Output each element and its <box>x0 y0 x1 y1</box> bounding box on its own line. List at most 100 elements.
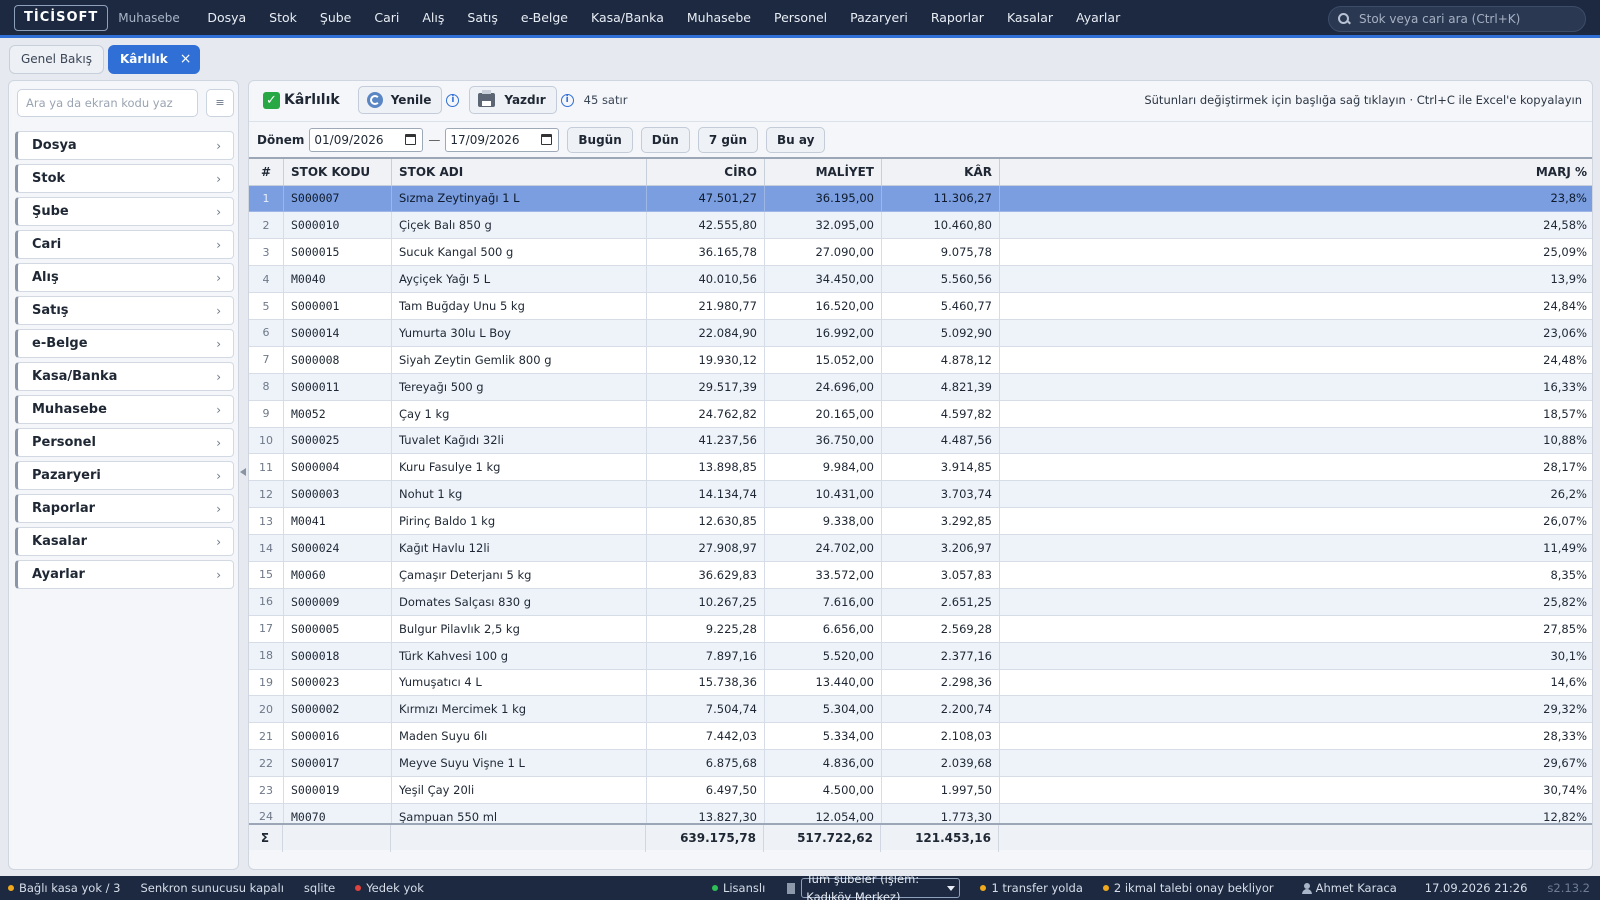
refresh-button[interactable]: Yenile <box>357 86 443 114</box>
sidebar-item-1[interactable]: Stok › <box>15 164 234 193</box>
cell-stock-name: Tam Buğday Unu 5 kg <box>391 292 647 320</box>
menu-item-11[interactable]: Raporlar <box>919 0 995 37</box>
menu-item-10[interactable]: Pazaryeri <box>839 0 920 37</box>
yesterday-button[interactable]: Dün <box>640 126 690 153</box>
table-row[interactable]: 12 S000003 Nohut 1 kg 14.134,74 10.431,00 3.7… <box>249 480 1592 509</box>
search-icon <box>1337 12 1351 26</box>
global-search[interactable] <box>1328 6 1586 32</box>
chevron-down-icon <box>947 885 956 891</box>
calendar-icon[interactable] <box>405 133 417 145</box>
table-row[interactable]: 8 S000011 Tereyağı 500 g 29.517,39 24.696,00… <box>249 372 1592 401</box>
table-row[interactable]: 23 S000019 Yeşil Çay 20li 6.497,50 4.500,00 1… <box>249 776 1592 804</box>
sidebar-search-input[interactable] <box>17 89 198 117</box>
table-row[interactable]: 2 S000010 Çiçek Balı 850 g 42.555,80 32.095,… <box>249 211 1592 240</box>
table-row[interactable]: 6 S000014 Yumurta 30lu L Boy 22.084,90 16.99… <box>249 318 1592 347</box>
calendar-icon[interactable] <box>541 133 553 145</box>
table-row[interactable]: 7 S000008 Siyah Zeytin Gemlik 800 g 19.930,… <box>249 345 1592 374</box>
table-row[interactable]: 22 S000017 Meyve Suyu Vişne 1 L 6.875,68 4.8… <box>249 749 1592 778</box>
sidebar-item-13[interactable]: Ayarlar › <box>15 560 234 589</box>
table-row[interactable]: 14 S000024 Kağıt Havlu 12li 27.908,97 24.702… <box>249 534 1592 562</box>
table-row[interactable]: 20 S000002 Kırmızı Mercimek 1 kg 7.504,74 5.… <box>249 695 1592 724</box>
sidebar-item-10[interactable]: Pazaryeri › <box>15 461 234 490</box>
table-row[interactable]: 18 S000018 Türk Kahvesi 100 g 7.897,16 5.520… <box>249 641 1592 670</box>
cell-cost: 5.304,00 <box>764 695 882 724</box>
info-icon[interactable]: i <box>446 93 460 107</box>
last-7-days-button[interactable]: 7 gün <box>697 126 759 153</box>
table-row[interactable]: 3 S000015 Sucuk Kangal 500 g 36.165,78 27.09… <box>249 238 1592 267</box>
menu-item-9[interactable]: Personel <box>762 0 838 37</box>
status-datetime: 17.09.2026 21:26 <box>1424 881 1528 895</box>
status-ikmal[interactable]: 2 ikmal talebi onay bekliyor <box>1102 881 1274 895</box>
menu-item-5[interactable]: Satış <box>456 0 509 37</box>
table-row[interactable]: 19 S000023 Yumuşatıcı 4 L 15.738,36 13.440,0… <box>249 668 1592 697</box>
table-row[interactable]: 1 S000007 Sızma Zeytinyağı 1 L 47.501,27 36.… <box>249 184 1592 213</box>
cell-stock-code: M0060 <box>283 560 392 589</box>
tab-karlilik[interactable]: Kârlılık × <box>107 44 201 74</box>
branch-select[interactable]: Tüm şubeler (işlem: Kadıköy Merkez) <box>801 872 961 900</box>
sidebar-item-6[interactable]: e-Belge › <box>15 329 234 358</box>
sidebar-item-3[interactable]: Cari › <box>15 230 234 259</box>
cell-stock-name: Kırmızı Mercimek 1 kg <box>391 695 647 724</box>
status-transfer[interactable]: 1 transfer yolda <box>980 881 1083 895</box>
cell-profit: 3.057,83 <box>881 560 1000 589</box>
status-user-text: Ahmet Karaca <box>1315 881 1397 895</box>
today-button[interactable]: Bugün <box>567 126 633 153</box>
cell-row-index: 2 <box>249 211 284 240</box>
menu-item-13[interactable]: Ayarlar <box>1065 0 1132 37</box>
sidebar-item-8[interactable]: Muhasebe › <box>15 395 234 424</box>
table-row[interactable]: 11 S000004 Kuru Fasulye 1 kg 13.898,85 9.984… <box>249 453 1592 482</box>
column-header-revenue[interactable]: CİRO <box>646 157 765 186</box>
column-header-margin[interactable]: MARJ % <box>999 157 1592 186</box>
column-header-stock-name[interactable]: STOK ADI <box>391 157 647 186</box>
table-row[interactable]: 5 S000001 Tam Buğday Unu 5 kg 21.980,77 16.5… <box>249 292 1592 320</box>
menu-toggle-button[interactable]: ≡ <box>206 89 234 117</box>
table-row[interactable]: 9 M0052 Çay 1 kg 24.762,82 20.165,00 4.597,82… <box>249 399 1592 428</box>
close-icon[interactable]: × <box>180 46 192 73</box>
sidebar-item-12[interactable]: Kasalar › <box>15 527 234 556</box>
sidebar-item-5[interactable]: Satış › <box>15 296 234 325</box>
period-bar: Dönem 01/09/2026 — 17/09/2026 Bugün Dün … <box>249 121 1592 157</box>
menu-item-1[interactable]: Stok <box>258 0 309 37</box>
menu-item-2[interactable]: Şube <box>308 0 362 37</box>
table-row[interactable]: 16 S000009 Domates Salçası 830 g 10.267,25 7… <box>249 587 1592 616</box>
global-search-input[interactable] <box>1359 12 1569 26</box>
end-date-field[interactable]: 17/09/2026 <box>445 127 560 152</box>
menu-item-7[interactable]: Kasa/Banka <box>580 0 676 37</box>
sidebar-item-11[interactable]: Raporlar › <box>15 494 234 523</box>
cell-row-index: 3 <box>249 238 284 267</box>
table-row[interactable]: 4 M0040 Ayçiçek Yağı 5 L 40.010,56 34.450,00… <box>249 265 1592 294</box>
app-logo[interactable]: TİCİSOFT <box>14 4 109 31</box>
column-header-index[interactable]: # <box>249 157 284 186</box>
column-header-profit[interactable]: KÂR <box>881 157 1000 186</box>
toolbar: ✓ Kârlılık Yenile i Yazdır i 45 satır Sü… <box>249 81 1592 119</box>
menu-item-6[interactable]: e-Belge <box>509 0 579 37</box>
menu-item-3[interactable]: Cari <box>363 0 411 37</box>
print-button[interactable]: Yazdır <box>469 86 557 114</box>
sidebar-item-0[interactable]: Dosya › <box>15 131 234 160</box>
table-row[interactable]: 10 S000025 Tuvalet Kağıdı 32li 41.237,56 36.… <box>249 426 1592 455</box>
info-icon[interactable]: i <box>560 93 574 107</box>
sidebar-item-7[interactable]: Kasa/Banka › <box>15 362 234 391</box>
collapse-sidebar-icon[interactable] <box>240 468 246 476</box>
this-month-button[interactable]: Bu ay <box>766 126 826 153</box>
table-row[interactable]: 13 M0041 Pirinç Baldo 1 kg 12.630,85 9.338,0… <box>249 507 1592 536</box>
table-row[interactable]: 17 S000005 Bulgur Pilavlık 2,5 kg 9.225,28 6… <box>249 614 1592 643</box>
menu-item-0[interactable]: Dosya <box>196 0 258 37</box>
menu-item-4[interactable]: Alış <box>411 0 456 37</box>
menu-item-12[interactable]: Kasalar <box>995 0 1064 37</box>
cell-stock-name: Pirinç Baldo 1 kg <box>391 507 647 536</box>
sidebar-item-9[interactable]: Personel › <box>15 428 234 457</box>
start-date-field[interactable]: 01/09/2026 <box>309 127 424 152</box>
status-user[interactable]: Ahmet Karaca <box>1301 881 1397 895</box>
menu-item-8[interactable]: Muhasebe <box>675 0 762 37</box>
table-row[interactable]: 15 M0060 Çamaşır Deterjanı 5 kg 36.629,83 33… <box>249 560 1592 589</box>
chevron-right-icon: › <box>216 369 221 384</box>
sidebar-item-2[interactable]: Şube › <box>15 197 234 226</box>
tab-genel-bakis[interactable]: Genel Bakış <box>9 44 104 74</box>
sidebar-item-label: Alış <box>32 270 59 285</box>
column-header-stock-code[interactable]: STOK KODU <box>283 157 392 186</box>
sidebar-item-4[interactable]: Alış › <box>15 263 234 292</box>
column-header-cost[interactable]: MALİYET <box>764 157 882 186</box>
table-row[interactable]: 21 S000016 Maden Suyu 6lı 7.442,03 5.334,00 2… <box>249 722 1592 751</box>
cell-margin: 24,84% <box>999 292 1592 320</box>
